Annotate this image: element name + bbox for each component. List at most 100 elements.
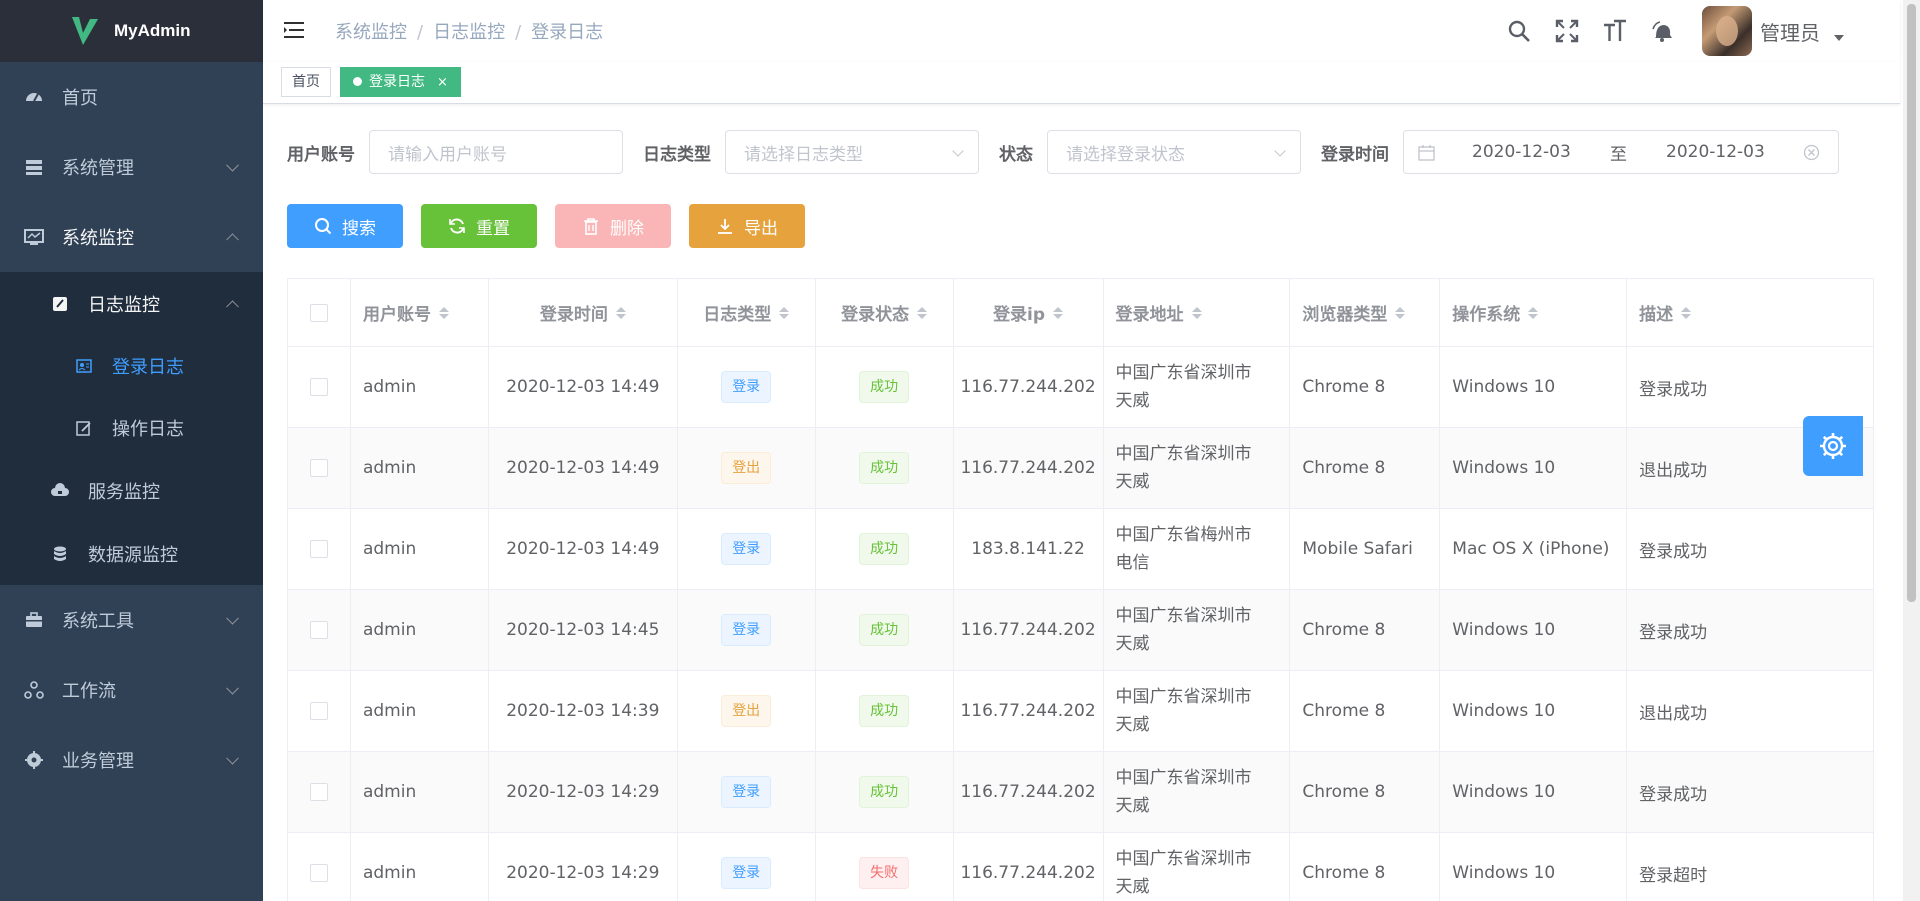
- status-placeholder: 请选择登录状态: [1066, 144, 1185, 165]
- row-checkbox[interactable]: [309, 459, 328, 477]
- sort-icon[interactable]: [615, 306, 626, 319]
- scrollbar-thumb[interactable]: [1907, 4, 1916, 602]
- row-checkbox[interactable]: [309, 864, 328, 882]
- column-header[interactable]: 操作系统: [1440, 279, 1628, 346]
- table-row[interactable]: admin 2020-12-03 14:29 登录 失败 116.77.244.202 中…: [288, 833, 1874, 901]
- column-header[interactable]: 登录时间: [489, 279, 678, 346]
- column-header[interactable]: 描述: [1627, 279, 1874, 346]
- date-range-picker[interactable]: 2020-12-03 至 2020-12-03: [1403, 130, 1839, 174]
- sidebar-item-log-monitor[interactable]: 日志监控: [0, 272, 263, 335]
- sort-icon[interactable]: [1053, 306, 1064, 319]
- action-bar: 搜索 重置 删除 导出: [287, 204, 823, 248]
- clear-icon[interactable]: [1803, 144, 1820, 161]
- search-button[interactable]: 搜索: [287, 204, 403, 248]
- chevron-up-icon: [226, 299, 239, 313]
- caret-down-icon[interactable]: [1834, 35, 1844, 41]
- table-row[interactable]: admin 2020-12-03 14:45 登录 成功 116.77.244.202 中…: [288, 590, 1874, 671]
- row-select-cell: [288, 833, 351, 901]
- row-checkbox[interactable]: [309, 378, 328, 396]
- column-title: 用户账号: [362, 305, 431, 325]
- sidebar-item-business[interactable]: 业务管理: [0, 725, 263, 795]
- cell-account: admin: [351, 671, 489, 751]
- breadcrumb-item[interactable]: 系统监控: [335, 22, 407, 43]
- sort-icon[interactable]: [917, 306, 928, 319]
- reset-button[interactable]: 重置: [421, 204, 537, 248]
- column-header[interactable]: 登录状态: [816, 279, 954, 346]
- username[interactable]: 管理员: [1760, 17, 1820, 46]
- column-header[interactable]: 登录地址: [1104, 279, 1291, 346]
- cell-login-time: 2020-12-03 14:29: [489, 833, 678, 901]
- time-label: 登录时间: [1321, 144, 1389, 165]
- column-title: 登录状态: [841, 305, 910, 325]
- status-select[interactable]: 请选择登录状态: [1047, 130, 1301, 174]
- row-checkbox[interactable]: [309, 540, 328, 558]
- tool-icon: [24, 610, 44, 630]
- sidebar-item-system-tools[interactable]: 系统工具: [0, 585, 263, 655]
- cell-description: 退出成功: [1627, 671, 1874, 751]
- export-button[interactable]: 导出: [689, 204, 805, 248]
- settings-button[interactable]: [1803, 416, 1863, 476]
- sort-icon[interactable]: [1191, 306, 1202, 319]
- chevron-down-icon: [1274, 145, 1286, 157]
- sort-icon[interactable]: [1395, 306, 1406, 319]
- font-size-icon[interactable]: [1602, 18, 1628, 44]
- row-select-cell: [288, 509, 351, 589]
- sidebar-item-workflow[interactable]: 工作流: [0, 655, 263, 725]
- sidebar-item-home[interactable]: 首页: [0, 62, 263, 132]
- column-header[interactable]: 用户账号: [351, 279, 489, 346]
- fullscreen-icon[interactable]: [1554, 18, 1580, 44]
- hamburger-icon[interactable]: [283, 19, 305, 41]
- date-start[interactable]: 2020-12-03: [1472, 142, 1571, 162]
- date-end[interactable]: 2020-12-03: [1666, 142, 1765, 162]
- select-all-checkbox[interactable]: [309, 303, 328, 322]
- avatar[interactable]: [1702, 6, 1752, 56]
- table-row[interactable]: admin 2020-12-03 14:29 登录 成功 116.77.244.202 中…: [288, 752, 1874, 833]
- breadcrumb-separator: /: [417, 22, 424, 43]
- logo[interactable]: MyAdmin: [0, 0, 263, 62]
- column-title: 浏览器类型: [1302, 305, 1388, 325]
- table-row[interactable]: admin 2020-12-03 14:39 登出 成功 116.77.244.202 中…: [288, 671, 1874, 752]
- status-badge: 成功: [859, 371, 910, 403]
- column-header[interactable]: 浏览器类型: [1290, 279, 1441, 346]
- sort-icon[interactable]: [779, 306, 790, 319]
- notification-icon[interactable]: [1650, 18, 1676, 44]
- log-type-select[interactable]: 请选择日志类型: [725, 130, 979, 174]
- breadcrumb-item[interactable]: 日志监控: [433, 22, 505, 43]
- cell-browser: Chrome 8: [1290, 833, 1441, 901]
- sidebar-item-system-monitor[interactable]: 系统监控: [0, 202, 263, 272]
- close-icon[interactable]: ×: [437, 75, 448, 90]
- column-header[interactable]: 登录ip: [954, 279, 1104, 346]
- operation-log-icon: [74, 418, 94, 438]
- cell-login-status: 成功: [816, 347, 954, 427]
- monitor-icon: [24, 227, 44, 247]
- table-row[interactable]: admin 2020-12-03 14:49 登出 成功 116.77.244.202 中…: [288, 428, 1874, 509]
- main-content: 用户账号 请输入用户账号 日志类型 请选择日志类型 状态 请选择登录状态 登录时…: [263, 104, 1900, 901]
- log-icon: [50, 294, 70, 314]
- cell-login-time: 2020-12-03 14:49: [489, 428, 678, 508]
- cell-browser: Chrome 8: [1290, 752, 1441, 832]
- sort-icon[interactable]: [1528, 306, 1539, 319]
- sidebar-item-operation-log[interactable]: 操作日志: [0, 397, 263, 459]
- table-row[interactable]: admin 2020-12-03 14:49 登录 成功 116.77.244.202 中…: [288, 347, 1874, 428]
- sidebar-item-server-monitor[interactable]: 服务监控: [0, 459, 263, 522]
- sidebar-menu: 首页 系统管理 系统监控 日志监控 登录日志 操作日志 服务监控 数据源监控 系…: [0, 62, 263, 795]
- column-header[interactable]: 日志类型: [678, 279, 816, 346]
- sidebar-item-label: 操作日志: [112, 419, 184, 440]
- sort-icon[interactable]: [1681, 306, 1692, 319]
- account-input[interactable]: 请输入用户账号: [369, 130, 623, 174]
- row-checkbox[interactable]: [309, 621, 328, 639]
- business-icon: [24, 750, 44, 770]
- sort-icon[interactable]: [438, 306, 449, 319]
- status-badge: 失败: [859, 857, 910, 889]
- tag-home[interactable]: 首页: [281, 67, 331, 97]
- row-checkbox[interactable]: [309, 702, 328, 720]
- sidebar-item-system-manage[interactable]: 系统管理: [0, 132, 263, 202]
- table-row[interactable]: admin 2020-12-03 14:49 登录 成功 183.8.141.22 中国广…: [288, 509, 1874, 590]
- delete-button[interactable]: 删除: [555, 204, 671, 248]
- sidebar-item-login-log[interactable]: 登录日志: [0, 335, 263, 397]
- sidebar-item-datasource-monitor[interactable]: 数据源监控: [0, 522, 263, 585]
- tag-login-log[interactable]: 登录日志 ×: [340, 67, 461, 97]
- page-scrollbar[interactable]: [1903, 0, 1920, 901]
- search-icon[interactable]: [1506, 18, 1532, 44]
- row-checkbox[interactable]: [309, 783, 328, 801]
